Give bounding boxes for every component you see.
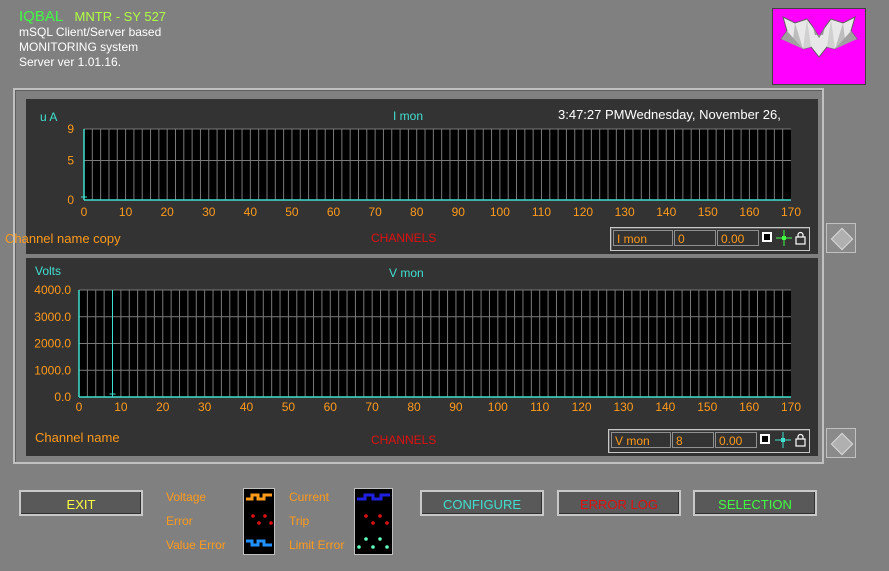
x-tick-label: 60: [324, 400, 338, 414]
x-tick-label: 120: [572, 400, 592, 414]
current-value-field: 0.00: [717, 230, 759, 246]
x-tick-label: 40: [244, 205, 258, 219]
bat-logo: [772, 8, 866, 85]
legend-error-label: Error: [166, 514, 193, 528]
x-tick-label: 150: [698, 205, 718, 219]
x-tick-label: 120: [573, 205, 593, 219]
x-tick-label: 110: [530, 400, 549, 414]
legend-current-label: Current: [289, 490, 330, 504]
lock-icon[interactable]: [795, 433, 806, 447]
x-tick-label: 80: [410, 205, 424, 219]
x-tick-label: 90: [452, 205, 466, 219]
voltage-channel-field[interactable]: 8: [672, 432, 714, 448]
y-tick-label: 4000.0: [34, 283, 71, 297]
current-x-label: CHANNELS: [371, 231, 437, 245]
legend-current-swatch: [354, 488, 393, 555]
configure-button[interactable]: CONFIGURE: [420, 490, 544, 516]
square-marker-icon[interactable]: [760, 434, 770, 444]
cyan-crosshair-icon[interactable]: [775, 432, 791, 448]
y-tick-label: 0: [67, 193, 74, 207]
header-line-3: Server ver 1.01.16.: [19, 55, 122, 69]
x-tick-label: 130: [615, 205, 635, 219]
y-tick-label: 5: [67, 154, 74, 168]
channel-name-label: Channel name: [35, 430, 120, 445]
selection-button[interactable]: SELECTION: [693, 490, 817, 516]
x-tick-label: 110: [532, 205, 551, 219]
app-name: IQBAL: [19, 8, 64, 25]
x-tick-label: 30: [202, 205, 216, 219]
x-tick-label: 80: [407, 400, 421, 414]
y-tick-label: 1000.0: [34, 363, 71, 377]
x-tick-label: 70: [365, 400, 379, 414]
voltage-param-field[interactable]: V mon: [611, 432, 671, 448]
voltage-value-field: 0.00: [715, 432, 757, 448]
scroll-down-button[interactable]: [826, 428, 856, 458]
error-log-button[interactable]: ERROR LOG: [557, 490, 681, 516]
scroll-up-button[interactable]: [826, 223, 856, 253]
current-legend-icon: [357, 493, 390, 549]
header-line-2: MONITORING system: [19, 40, 139, 54]
legend-voltage-swatch: [243, 488, 275, 555]
y-tick-label: 0.0: [54, 390, 71, 404]
green-crosshair-icon[interactable]: [776, 230, 792, 246]
y-tick-label: 2000.0: [34, 337, 71, 351]
diamond-icon: [830, 432, 854, 456]
voltage-x-label: CHANNELS: [371, 433, 437, 447]
x-tick-label: 90: [449, 400, 463, 414]
app-title-line: IQBAL MNTR - SY 527: [19, 9, 166, 25]
x-tick-label: 60: [327, 205, 341, 219]
app-code: MNTR - SY 527: [74, 9, 167, 24]
x-tick-label: 140: [655, 400, 675, 414]
bat-logo-icon: [780, 16, 858, 58]
x-tick-label: 50: [285, 205, 299, 219]
x-tick-label: 20: [160, 205, 174, 219]
current-param-field[interactable]: I mon: [613, 230, 673, 246]
y-tick-label: 9: [67, 122, 74, 136]
app-header: IQBAL MNTR - SY 527 mSQL Client/Server b…: [19, 9, 166, 70]
x-tick-label: 140: [656, 205, 676, 219]
x-tick-label: 170: [781, 400, 801, 414]
voltage-panel: Volts V mon 0.0 1000.0 2000.0 3000.0 4000.0 0…: [26, 258, 818, 456]
legend-voltage-label: Voltage: [166, 490, 207, 504]
x-tick-label: 160: [739, 205, 759, 219]
x-tick-label: 10: [114, 400, 128, 414]
x-tick-label: 150: [697, 400, 717, 414]
square-marker-icon[interactable]: [762, 232, 772, 242]
x-tick-label: 100: [488, 400, 508, 414]
x-tick-label: 70: [368, 205, 382, 219]
header-line-1: mSQL Client/Server based: [19, 25, 162, 39]
x-tick-label: 30: [198, 400, 212, 414]
lock-icon[interactable]: [795, 231, 806, 245]
legend-limit-error-label: Limit Error: [289, 538, 345, 552]
voltage-legend-icon: [246, 493, 273, 547]
exit-button[interactable]: EXIT: [19, 490, 143, 516]
plot-area: [84, 129, 791, 200]
x-tick-label: 10: [119, 205, 133, 219]
channel-name-copy-label: Channel name copy: [5, 231, 121, 246]
x-tick-label: 50: [282, 400, 296, 414]
x-tick-label: 170: [781, 205, 801, 219]
voltage-channel-control: V mon 8 0.00: [608, 429, 810, 453]
x-tick-label: 100: [490, 205, 510, 219]
legend-value-error-label: Value Error: [166, 538, 226, 552]
x-tick-label: 0: [81, 205, 88, 219]
legend-trip-label: Trip: [289, 514, 310, 528]
current-channel-control: I mon 0 0.00: [610, 227, 810, 251]
x-tick-label: 130: [613, 400, 633, 414]
x-tick-label: 0: [76, 400, 83, 414]
x-tick-label: 40: [240, 400, 254, 414]
y-tick-label: 3000.0: [34, 310, 71, 324]
diamond-icon: [830, 227, 854, 251]
x-tick-label: 20: [156, 400, 170, 414]
voltage-chart: 0.0 1000.0 2000.0 3000.0 4000.0 0 10 20 30 40 50 60…: [34, 283, 801, 414]
current-channel-field[interactable]: 0: [674, 230, 716, 246]
x-tick-label: 160: [739, 400, 759, 414]
